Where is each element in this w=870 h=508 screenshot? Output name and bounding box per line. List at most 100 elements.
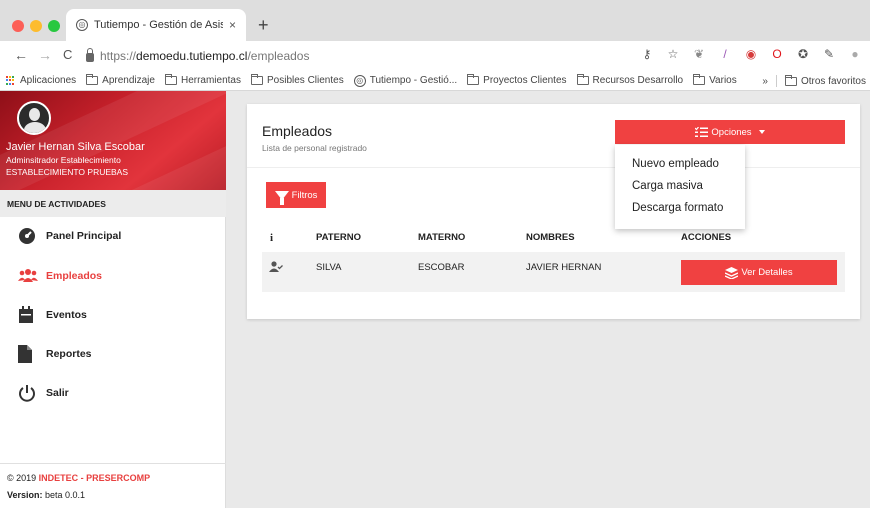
lock-icon	[86, 48, 94, 62]
avatar	[17, 101, 51, 135]
sidebar-item-panel-principal[interactable]: Panel Principal	[0, 221, 226, 251]
menu-header: MENU DE ACTIVIDADES	[0, 190, 226, 217]
bookmarks-right: » Otros favoritos	[754, 71, 870, 90]
bookmark-folder[interactable]: Varios	[693, 74, 737, 86]
folder-icon	[86, 74, 99, 85]
folder-icon	[251, 74, 263, 85]
copyright-brand: INDETEC - PRESERCOMP	[38, 473, 151, 483]
employees-card: Empleados Lista de personal registrado O…	[247, 104, 860, 319]
sidebar-item-empleados[interactable]: Empleados	[0, 261, 226, 291]
filters-button[interactable]: Filtros	[266, 182, 326, 208]
browser-tab[interactable]: ◎ Tutiempo - Gestión de Asisten ×	[66, 9, 246, 41]
bookmark-label: Herramientas	[180, 75, 241, 86]
document-icon	[18, 345, 36, 363]
eyedropper-extension-icon[interactable]: ✎	[822, 47, 836, 61]
column-header-materno[interactable]: MATERNO	[418, 232, 465, 243]
bookmarks-overflow-button[interactable]: »	[762, 76, 768, 87]
bookmark-label: Tutiempo - Gestió...	[369, 75, 458, 86]
version-value: beta 0.0.1	[45, 490, 86, 500]
forward-arrow-icon[interactable]: →	[38, 47, 52, 63]
reload-icon[interactable]: C	[63, 47, 72, 63]
menu-item-nuevo-empleado[interactable]: Nuevo empleado	[615, 153, 745, 175]
browser-toolbar: ← → C https://demoedu.tutiempo.cl/emplea…	[0, 41, 870, 71]
dashboard-icon	[18, 227, 36, 245]
sidebar-item-label: Eventos	[46, 309, 87, 321]
bookmark-apps[interactable]: Aplicaciones	[6, 75, 76, 86]
menu-item-descarga-formato[interactable]: Descarga formato	[615, 197, 745, 219]
extension-icon[interactable]: ❦	[692, 47, 706, 61]
apps-grid-icon	[6, 75, 16, 86]
bookmark-folder[interactable]: Posibles Clientes	[251, 74, 344, 86]
opera-extension-icon[interactable]: O	[770, 47, 784, 61]
address-bar[interactable]: https://demoedu.tutiempo.cl/empleados	[86, 45, 682, 67]
user-role: Adminsitrador Establecimiento	[6, 155, 121, 165]
users-icon	[18, 267, 38, 285]
list-check-icon	[695, 126, 709, 137]
options-button-label: Opciones	[711, 126, 752, 138]
back-arrow-icon[interactable]: ←	[14, 47, 28, 63]
cell-nombres: JAVIER HERNAN	[526, 262, 602, 273]
pen-extension-icon[interactable]: /	[718, 47, 732, 61]
column-header-nombres[interactable]: NOMBRES	[526, 232, 575, 243]
bookmark-label: Posibles Clientes	[267, 75, 344, 86]
caret-down-icon	[758, 130, 765, 134]
bookmark-folder[interactable]: Herramientas	[164, 74, 241, 86]
column-header-paterno[interactable]: PATERNO	[316, 232, 361, 243]
url-path: /empleados	[247, 49, 310, 63]
power-icon	[18, 384, 36, 402]
bookmark-label: Aprendizaje	[102, 75, 155, 86]
cell-paterno: SILVA	[316, 262, 342, 273]
sidebar-item-label: Reportes	[46, 348, 92, 360]
profile-avatar-icon[interactable]: ●	[848, 47, 862, 61]
sidebar-item-label: Salir	[46, 387, 69, 399]
divider	[775, 75, 777, 87]
card-divider	[247, 167, 860, 168]
copyright-year: © 2019	[7, 473, 37, 483]
options-dropdown-menu: Nuevo empleado Carga masiva Descarga for…	[615, 145, 745, 229]
url-host: demoedu.tutiempo.cl	[136, 49, 248, 63]
new-tab-button[interactable]: +	[258, 16, 269, 34]
bookmark-folder[interactable]: Recursos Desarrollo	[576, 74, 683, 86]
view-details-button[interactable]: Ver Detalles	[681, 260, 837, 285]
copyright: © 2019 INDETEC - PRESERCOMP	[7, 473, 226, 483]
sidebar-item-label: Panel Principal	[46, 230, 122, 242]
menu-item-carga-masiva[interactable]: Carga masiva	[615, 175, 745, 197]
star-icon[interactable]: ☆	[666, 47, 680, 61]
tab-title: Tutiempo - Gestión de Asisten	[94, 19, 223, 31]
sync-extension-icon[interactable]: ✪	[796, 47, 810, 61]
bookmark-label: Proyectos Clientes	[483, 75, 567, 86]
key-icon[interactable]: ⚷	[640, 47, 654, 61]
sidebar-item-label: Empleados	[46, 270, 103, 282]
sidebar-item-eventos[interactable]: Eventos	[0, 300, 226, 330]
folder-icon	[784, 74, 797, 86]
filters-button-label: Filtros	[291, 189, 318, 201]
window-minimize-button[interactable]	[30, 20, 42, 32]
filter-icon	[274, 190, 289, 205]
bookmark-label: Aplicaciones	[20, 75, 77, 86]
bookmark-folder[interactable]: Proyectos Clientes	[467, 74, 567, 86]
tab-close-icon[interactable]: ×	[229, 18, 236, 32]
sidebar-item-salir[interactable]: Salir	[0, 378, 226, 408]
folder-icon	[164, 74, 177, 85]
tutiempo-favicon-icon: ◎	[353, 74, 366, 87]
column-header-info: i	[270, 232, 274, 244]
bookmarks-bar: Aplicaciones Aprendizaje Herramientas Po…	[0, 71, 870, 91]
bookmark-folder[interactable]: Aprendizaje	[86, 74, 155, 86]
window-close-button[interactable]	[12, 20, 24, 32]
page-subtitle: Lista de personal registrado	[262, 143, 367, 153]
url-protocol: https://	[100, 49, 137, 63]
sidebar-item-reportes[interactable]: Reportes	[0, 339, 226, 369]
window-maximize-button[interactable]	[48, 20, 60, 32]
version-info: Version: beta 0.0.1	[7, 490, 226, 500]
folder-icon	[467, 74, 480, 85]
page-title: Empleados	[262, 123, 333, 139]
options-dropdown-button[interactable]: Opciones	[615, 120, 845, 144]
angular-extension-icon[interactable]: ◉	[744, 47, 758, 61]
calendar-icon	[18, 306, 36, 324]
bookmark-other-favorites[interactable]: Otros favoritos	[784, 74, 866, 87]
bookmark-link[interactable]: ◎ Tutiempo - Gestió...	[353, 74, 458, 87]
tutiempo-favicon-icon: ◎	[76, 19, 88, 31]
sidebar: Javier Hernan Silva Escobar Adminsitrado…	[0, 91, 226, 508]
toolbar-icons: ⚷ ☆ ❦ / ◉ O ✪ ✎ ● ⋮	[640, 47, 870, 61]
cell-materno: ESCOBAR	[418, 262, 465, 273]
